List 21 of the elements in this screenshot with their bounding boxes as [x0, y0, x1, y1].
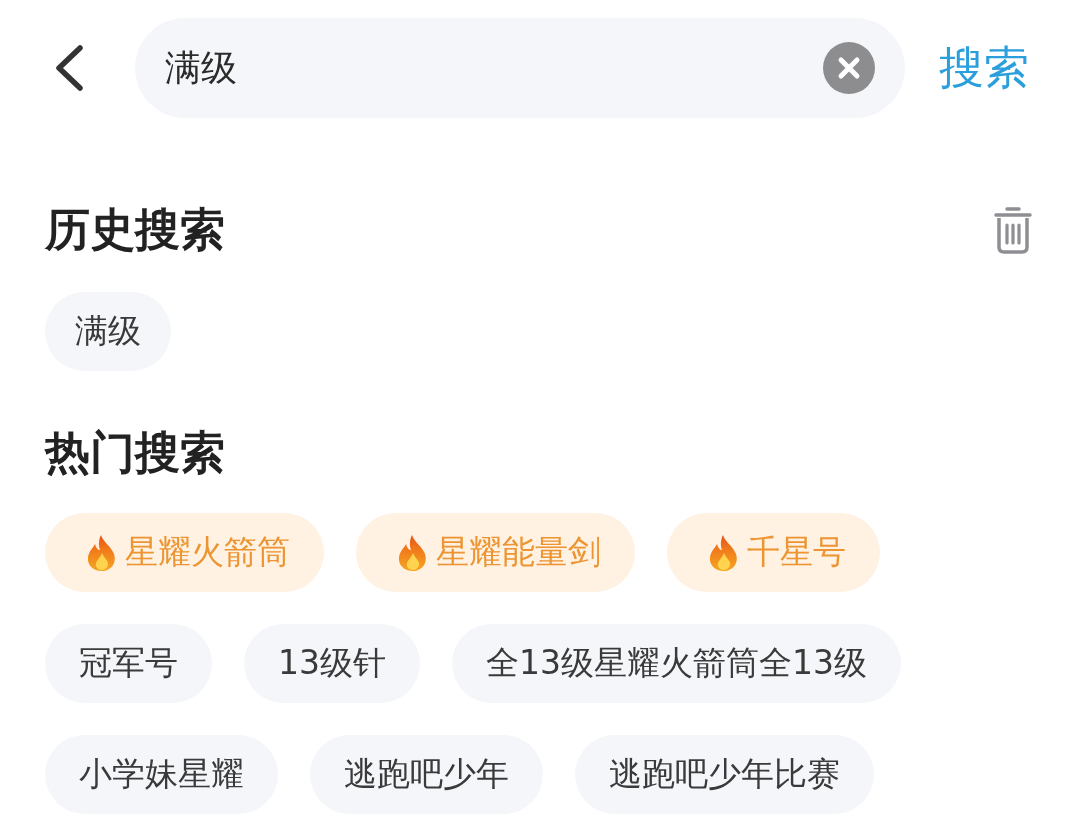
search-field[interactable]: 满级	[135, 18, 905, 118]
section-title: 历史搜索	[45, 202, 225, 258]
history-chip[interactable]: 满级	[45, 292, 171, 371]
hot-search-chip[interactable]: 冠军号	[45, 624, 212, 703]
trash-icon	[994, 206, 1032, 254]
flame-icon	[87, 533, 117, 572]
flame-icon	[709, 533, 739, 572]
chip-label: 星耀火箭筒	[125, 531, 290, 573]
clear-icon	[823, 42, 875, 94]
flame-icon	[398, 533, 428, 572]
hot-search-chip[interactable]: 13级针	[244, 624, 420, 703]
hot-search-chip[interactable]: 全13级星耀火箭筒全13级	[452, 624, 901, 703]
hot-search-chip[interactable]: 小学妹星耀	[45, 735, 278, 814]
back-chevron-icon	[54, 44, 84, 92]
chip-label: 千星号	[747, 531, 846, 573]
hot-search-chip[interactable]: 逃跑吧少年比赛	[575, 735, 874, 814]
section-title: 热门搜索	[45, 425, 225, 481]
clear-button[interactable]	[823, 42, 875, 94]
hot-search-chip[interactable]: 逃跑吧少年	[310, 735, 543, 814]
chip-label: 星耀能量剑	[436, 531, 601, 573]
clear-history-button[interactable]	[994, 206, 1032, 254]
